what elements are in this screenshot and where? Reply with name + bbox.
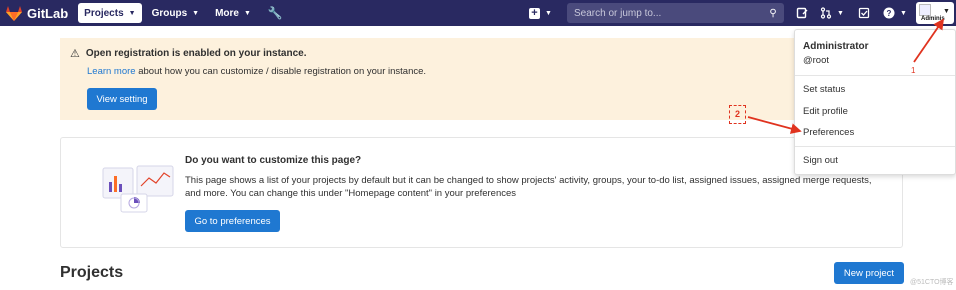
alert-title: Open registration is enabled on your ins… — [85, 48, 307, 59]
customize-description: This page shows a list of your projects … — [185, 175, 872, 199]
issues-icon[interactable] — [796, 5, 808, 21]
projects-menu-label: Projects — [84, 7, 124, 19]
preferences-menu-item[interactable]: Preferences — [803, 127, 854, 138]
chevron-down-icon: ▼ — [943, 8, 950, 15]
avatar-alt-text: Adminis — [921, 16, 945, 22]
chevron-down-icon: ▼ — [192, 9, 200, 17]
groups-menu-button[interactable]: Groups ▼ — [146, 3, 206, 23]
user-username: @root — [803, 55, 830, 66]
avatar — [919, 4, 931, 16]
chevron-down-icon: ▼ — [545, 9, 552, 17]
alert-body: Learn more about how you can customize /… — [87, 66, 426, 77]
view-setting-button[interactable]: View setting — [87, 88, 157, 110]
help-icon[interactable]: ? ▼ — [883, 5, 907, 21]
more-menu-label: More — [215, 7, 239, 19]
annotation-step-1: 1 — [911, 66, 916, 75]
customize-homepage-card: Do you want to customize this page? This… — [60, 137, 903, 248]
annotation-step-2: 2 — [729, 105, 746, 124]
search-placeholder: Search or jump to... — [574, 7, 662, 19]
watermark: @51CTO博客 — [910, 279, 954, 286]
new-item-dropdown-button[interactable]: + ▼ — [529, 4, 552, 22]
chevron-down-icon: ▼ — [128, 9, 136, 17]
warning-icon: ⚠ — [70, 48, 80, 60]
new-project-button[interactable]: New project — [834, 262, 904, 284]
menu-divider — [795, 75, 955, 76]
brand-name: GitLab — [27, 5, 69, 21]
merge-requests-icon[interactable]: ▼ — [820, 5, 844, 21]
user-avatar-button[interactable]: Adminis ▼ — [916, 2, 954, 24]
menu-divider — [795, 146, 955, 147]
alert-title-row: ⚠ Open registration is enabled on your i… — [70, 47, 306, 60]
gitlab-logo[interactable]: GitLab — [6, 5, 78, 21]
search-icon: ⚲ — [769, 7, 777, 19]
customize-illustration — [102, 165, 174, 213]
plus-icon: + — [529, 7, 540, 19]
customize-title: Do you want to customize this page? — [185, 155, 362, 166]
edit-profile-menu-item[interactable]: Edit profile — [803, 106, 848, 117]
search-input[interactable]: Search or jump to... ⚲ — [567, 3, 784, 23]
admin-area-wrench-icon[interactable]: 🔧 — [265, 3, 285, 23]
page-title: Projects — [60, 264, 124, 281]
svg-text:?: ? — [887, 9, 892, 18]
alert-body-text: about how you can customize / disable re… — [138, 66, 427, 77]
projects-menu-button[interactable]: Projects ▼ — [78, 3, 142, 23]
sign-out-menu-item[interactable]: Sign out — [803, 155, 838, 166]
user-dropdown-menu: Administrator @root Set status Edit prof… — [794, 29, 956, 175]
chevron-down-icon: ▼ — [900, 9, 907, 17]
groups-menu-label: Groups — [151, 7, 188, 19]
tanuki-icon — [6, 5, 22, 21]
gitlab-page: GitLab Projects ▼ Groups ▼ More ▼ 🔧 + ▼ … — [0, 0, 956, 290]
learn-more-link[interactable]: Learn more — [87, 66, 136, 77]
chevron-down-icon: ▼ — [837, 9, 844, 17]
open-registration-alert: ⚠ Open registration is enabled on your i… — [60, 38, 903, 120]
todos-icon[interactable] — [858, 5, 870, 21]
chevron-down-icon: ▼ — [243, 9, 251, 17]
user-display-name: Administrator — [803, 41, 869, 52]
go-to-preferences-button[interactable]: Go to preferences — [185, 210, 280, 232]
more-menu-button[interactable]: More ▼ — [209, 3, 257, 23]
set-status-menu-item[interactable]: Set status — [803, 84, 845, 95]
top-navbar: GitLab Projects ▼ Groups ▼ More ▼ 🔧 + ▼ … — [0, 0, 956, 26]
